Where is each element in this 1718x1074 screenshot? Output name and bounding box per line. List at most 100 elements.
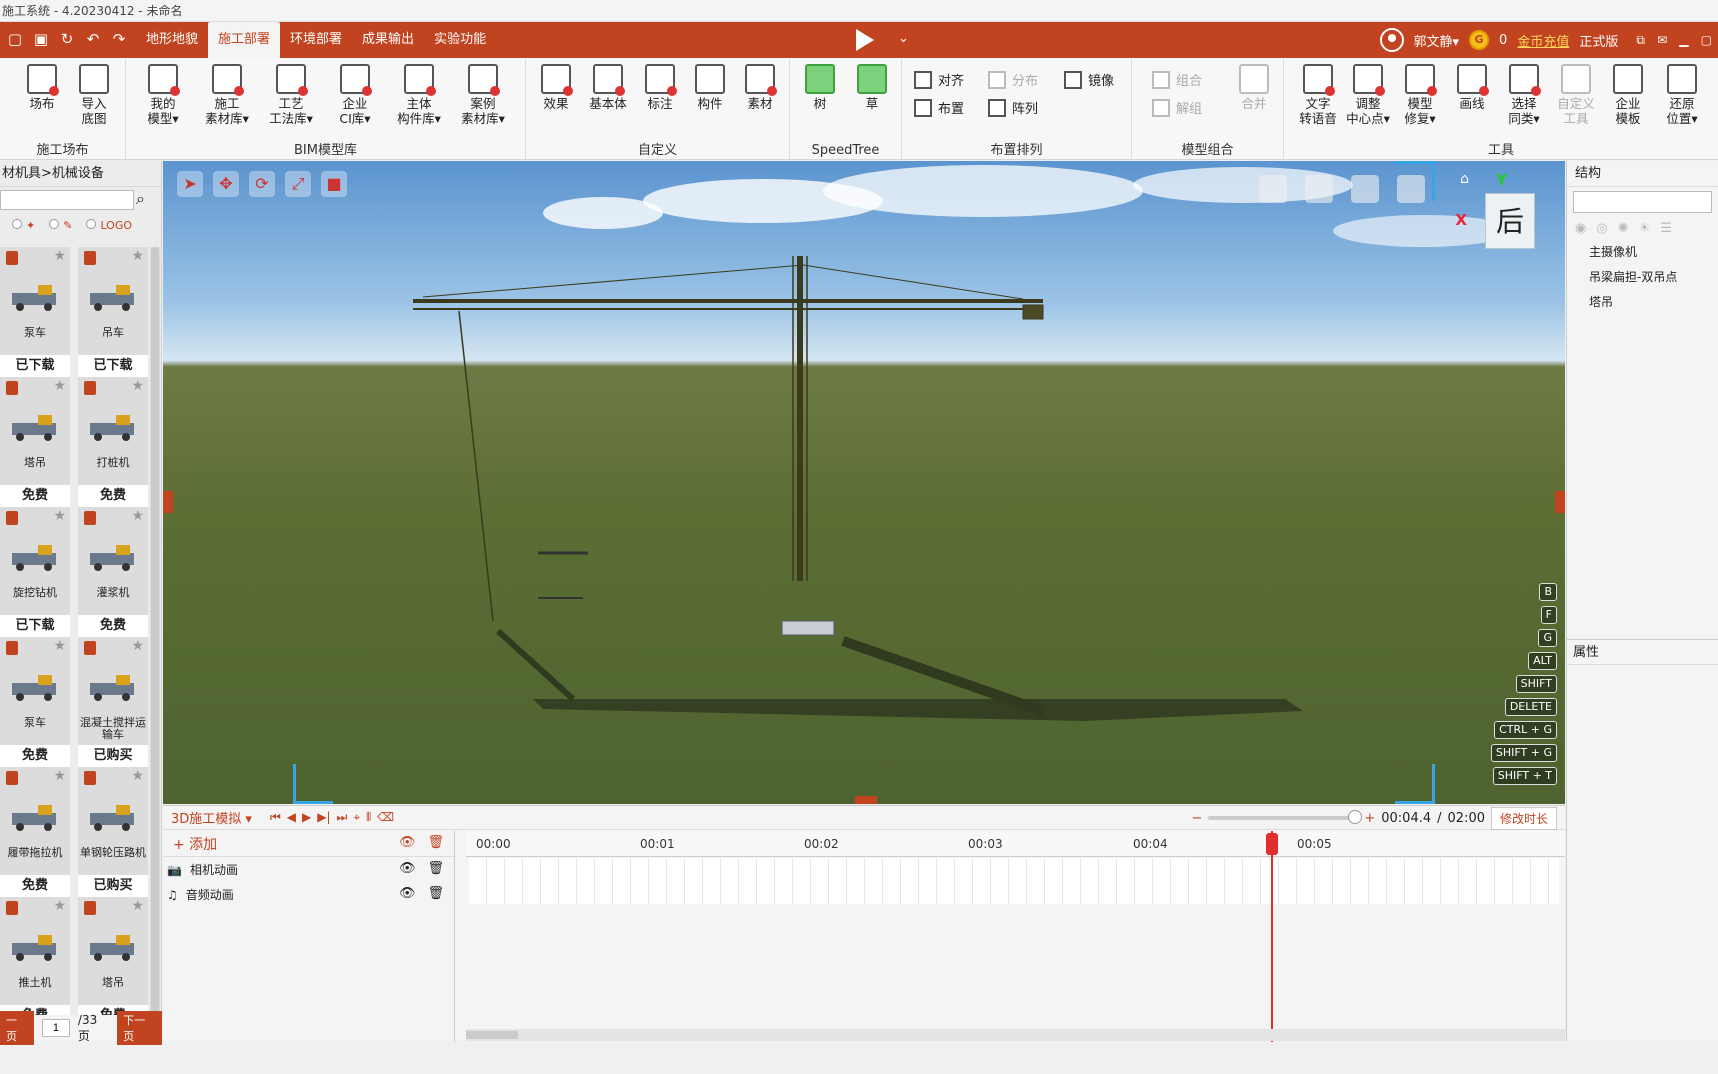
playhead[interactable]	[1266, 831, 1278, 1042]
asset-scrollbar[interactable]	[150, 247, 160, 1027]
draw-line-button[interactable]: 画线	[1446, 64, 1498, 111]
view-cube[interactable]: 后	[1485, 193, 1535, 249]
asset-status[interactable]: 免费	[0, 485, 70, 507]
custom-tools-button[interactable]: 自定义 工具	[1550, 64, 1602, 126]
asset-card[interactable]: ★ 履带拖拉机 免费	[0, 767, 70, 897]
split-icon[interactable]: ⫴	[366, 810, 371, 825]
new-icon[interactable]: ▢	[6, 30, 24, 48]
eye-off-icon[interactable]: ◎	[1596, 221, 1607, 236]
asset-thumbnail[interactable]: ★ 泵车	[0, 247, 70, 355]
rotate-icon[interactable]: ⟳	[249, 171, 275, 197]
list-icon[interactable]: ☰	[1660, 221, 1672, 236]
star-icon[interactable]: ★	[131, 378, 144, 394]
case-assets-button[interactable]: 案例 素材库▾	[452, 64, 514, 126]
right-collapse-arrow[interactable]	[1555, 491, 1565, 513]
shortcut-g[interactable]: G	[1538, 629, 1557, 647]
recharge-link[interactable]: 金币充值	[1517, 31, 1569, 50]
tab-environment[interactable]: 环境部署	[280, 22, 352, 58]
skip-start-icon[interactable]: ⏮	[270, 810, 281, 825]
focus-icon[interactable]	[1351, 175, 1379, 203]
zoom-out-icon[interactable]: −	[1191, 811, 1202, 826]
slider-knob[interactable]	[1348, 810, 1363, 824]
eye-icon[interactable]: ◉	[1575, 221, 1586, 236]
simulation-mode-select[interactable]: 3D施工模拟 ▾	[171, 808, 252, 827]
star-icon[interactable]: ★	[53, 378, 66, 394]
history-icon[interactable]: ↻	[58, 30, 76, 48]
tab-construction[interactable]: 施工部署	[208, 22, 281, 58]
undo-icon[interactable]: ↶	[84, 30, 102, 48]
shortcut-shift[interactable]: SHIFT	[1515, 675, 1557, 693]
asset-card[interactable]: ★ 打桩机 免费	[78, 377, 148, 507]
step-back-icon[interactable]: ◀	[287, 810, 296, 825]
asset-card[interactable]: ★ 泵车 已下载	[0, 247, 70, 377]
ungroup-button[interactable]: 解组	[1152, 98, 1202, 117]
asset-card[interactable]: ★ 混凝土搅拌运输车 已购买	[78, 637, 148, 767]
avatar[interactable]	[1379, 28, 1404, 52]
prev-page-button[interactable]: 一页	[0, 1011, 34, 1045]
enterprise-ci-button[interactable]: 企业 CI库▾	[324, 64, 386, 126]
shortcut-f[interactable]: F	[1540, 606, 1557, 624]
star-icon[interactable]: ★	[53, 898, 66, 914]
add-track-button[interactable]: + 添加	[173, 834, 217, 854]
track-camera[interactable]: 📷 相机动画 👁 🗑	[163, 857, 454, 882]
user-name[interactable]: 郭文静▾	[1414, 31, 1460, 50]
scrollbar-thumb[interactable]	[466, 1031, 518, 1039]
group-button[interactable]: 组合	[1152, 70, 1202, 89]
chat-icon[interactable]: ✉	[1657, 33, 1667, 47]
play-icon[interactable]	[856, 29, 874, 51]
construction-assets-button[interactable]: 施工 素材库▾	[196, 64, 258, 126]
save-icon[interactable]: ▣	[32, 30, 50, 48]
asset-thumbnail[interactable]: ★ 履带拖拉机	[0, 767, 70, 875]
effects-button[interactable]: 效果	[530, 64, 582, 111]
star-icon[interactable]: ★	[131, 248, 144, 264]
import-base-map-button[interactable]: 导入 底图	[68, 64, 120, 126]
bottom-collapse-arrow[interactable]	[855, 796, 877, 804]
left-collapse-arrow[interactable]	[163, 491, 173, 513]
asset-status[interactable]: 已购买	[78, 875, 148, 897]
component-button[interactable]: 构件	[684, 64, 736, 111]
home-icon[interactable]: ⌂	[1460, 171, 1469, 187]
tab-experimental[interactable]: 实验功能	[424, 22, 496, 58]
filter-effect[interactable]: ✦	[12, 218, 35, 232]
asset-card[interactable]: ★ 泵车 免费	[0, 637, 70, 767]
asset-thumbnail[interactable]: ★ 灌浆机	[78, 507, 148, 615]
star-icon[interactable]: ★	[53, 248, 66, 264]
shortcut-alt[interactable]: ALT	[1528, 652, 1557, 670]
main-components-button[interactable]: 主体 构件库▾	[388, 64, 450, 126]
shortcut-ctrl-g[interactable]: CTRL + G	[1494, 721, 1557, 739]
site-layout-button[interactable]: 场布	[16, 64, 68, 111]
eye-icon[interactable]: 👁	[399, 861, 416, 876]
material-button[interactable]: 素材	[734, 64, 786, 111]
tree-button[interactable]: 树	[794, 64, 846, 111]
primitive-button[interactable]: 基本体	[582, 64, 634, 111]
keyframe-grid[interactable]	[469, 858, 1559, 904]
tab-terrain[interactable]: 地形地貌	[136, 22, 208, 58]
asset-status[interactable]: 免费	[78, 485, 148, 507]
star-icon[interactable]: ★	[131, 638, 144, 654]
skip-end-icon[interactable]: ⏭	[337, 810, 348, 825]
3d-viewport[interactable]: ➤ ✥ ⟳ ⤢ ■ ⌂ Y X 后 B F G ALT SHIFT DELETE…	[163, 161, 1565, 804]
star-icon[interactable]: ★	[131, 898, 144, 914]
play-icon[interactable]: ▶	[302, 810, 311, 825]
page-input[interactable]	[41, 1019, 70, 1037]
asset-card[interactable]: ★ 吊车 已下载	[78, 247, 148, 377]
modify-duration-button[interactable]: 修改时长	[1490, 806, 1557, 830]
array-button[interactable]: 阵列	[988, 98, 1038, 117]
shortcut-shift-g[interactable]: SHIFT + G	[1490, 744, 1557, 762]
asset-card[interactable]: ★ 塔吊免费	[0, 377, 70, 507]
minimize-icon[interactable]: ▁	[1679, 33, 1688, 47]
move-icon[interactable]: ✥	[213, 171, 239, 197]
timeline-scrollbar[interactable]	[466, 1029, 1565, 1041]
enterprise-template-button[interactable]: 企业 模板	[1602, 64, 1654, 126]
asset-thumbnail[interactable]: ★ 吊车	[78, 247, 148, 355]
tab-output[interactable]: 成果输出	[352, 22, 424, 58]
text-to-speech-button[interactable]: 文字 转语音	[1292, 64, 1344, 126]
asset-status[interactable]: 免费	[78, 615, 148, 637]
restore-position-button[interactable]: 还原 位置▾	[1656, 64, 1708, 126]
asset-thumbnail[interactable]: ★ 混凝土搅拌运输车	[78, 637, 148, 745]
asset-status[interactable]: 免费	[0, 745, 70, 767]
my-models-button[interactable]: 我的 模型▾	[132, 64, 194, 126]
breadcrumb[interactable]: 材机具>机械设备	[0, 161, 161, 187]
zoom-in-icon[interactable]: +	[1364, 811, 1375, 826]
next-page-button[interactable]: 下一页	[117, 1011, 162, 1045]
